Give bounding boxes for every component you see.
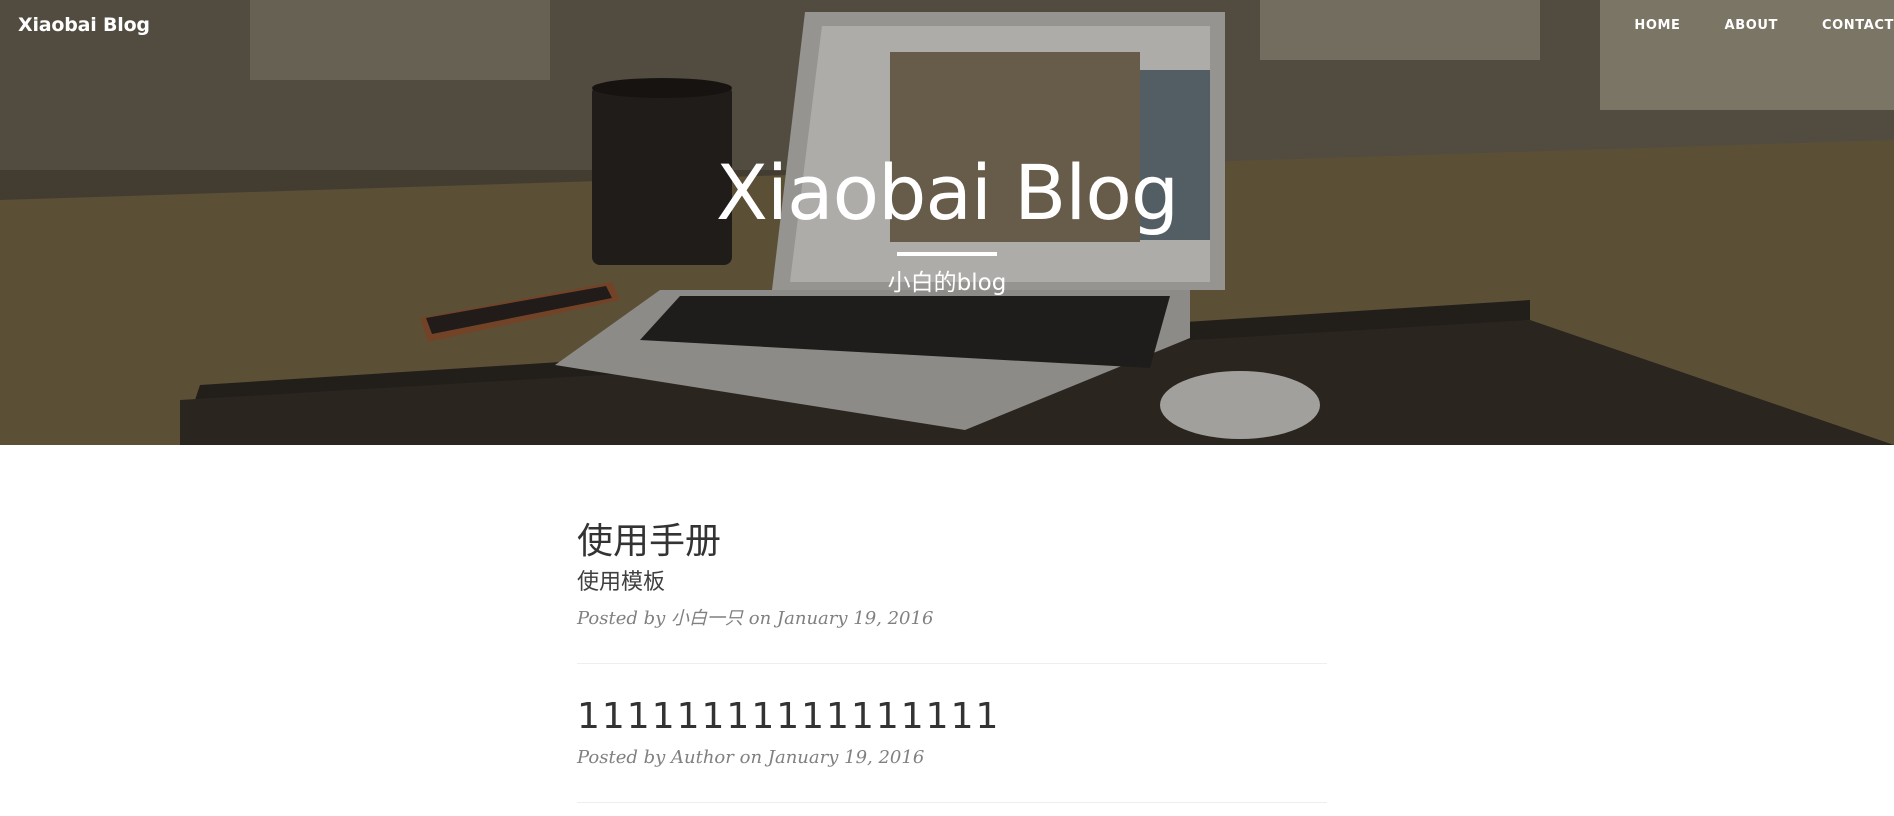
post-meta-prefix: Posted by [577, 608, 666, 629]
nav-link-about[interactable]: ABOUT [1681, 18, 1778, 33]
site-title: Xiaobai Blog [715, 148, 1179, 237]
post-meta: Posted by 小白一只 on January 19, 2016 [577, 606, 1327, 632]
post-date: on January 19, 2016 [739, 747, 925, 768]
navbar-brand[interactable]: Xiaobai Blog [18, 14, 150, 36]
post-divider [577, 802, 1327, 803]
post-author: Author [671, 747, 734, 768]
post-divider [577, 663, 1327, 664]
post-title: 11111111111111111 [577, 696, 1001, 737]
post-link[interactable]: 使用手册 使用模板 [577, 520, 1327, 600]
post-list: 使用手册 使用模板 Posted by 小白一只 on January 19, … [577, 520, 1327, 816]
hero-header: Xiaobai Blog HOME ABOUT CONTACT Xiaobai … [0, 0, 1894, 445]
main-nav: HOME ABOUT CONTACT [1590, 18, 1894, 33]
post-author: 小白一只 [671, 608, 744, 629]
post-link[interactable]: 11111111111111111 [577, 695, 1327, 739]
post-meta: Posted by Author on January 19, 2016 [577, 745, 1327, 771]
post-meta-prefix: Posted by [577, 747, 666, 768]
nav-link-home[interactable]: HOME [1590, 18, 1680, 33]
post-subtitle: 使用模板 [577, 570, 666, 595]
post-title: 使用手册 [577, 521, 722, 562]
site-heading: Xiaobai Blog 小白的blog [0, 148, 1894, 298]
post-preview: 11111111111111111 Posted by Author on Ja… [577, 695, 1327, 771]
post-preview: 使用手册 使用模板 Posted by 小白一只 on January 19, … [577, 520, 1327, 632]
nav-link-contact[interactable]: CONTACT [1778, 18, 1894, 33]
post-date: on January 19, 2016 [748, 608, 934, 629]
heading-divider [897, 252, 997, 256]
site-subtitle: 小白的blog [887, 270, 1007, 296]
